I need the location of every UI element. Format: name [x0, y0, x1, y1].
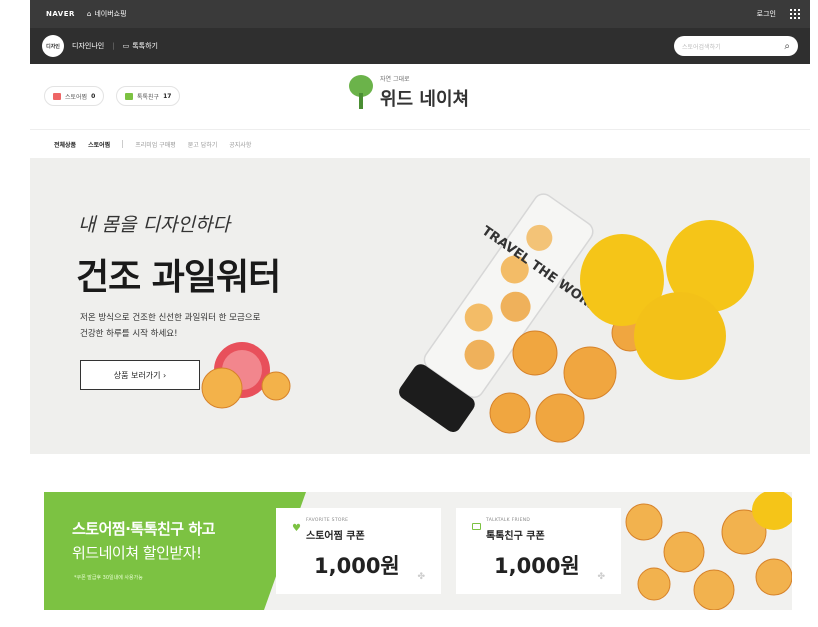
hero-description: 저온 방식으로 건조한 신선한 과일워터 한 모금으로 건강한 하루를 시작 하…	[80, 310, 310, 342]
store-icon	[53, 92, 61, 100]
nav-item-store-favorite[interactable]: 스토어찜	[88, 140, 110, 149]
nav-item-premium-reviews[interactable]: 프리미엄 구매평	[135, 140, 176, 149]
chat-icon	[472, 523, 481, 530]
coupon-name: 스토어찜 쿠폰	[306, 531, 365, 542]
store-avatar[interactable]: 디자인	[42, 35, 64, 57]
coupon-amount: 1,000원	[494, 554, 580, 578]
store-favorite-coupon[interactable]: ♥ FAVORITE STORE 스토어찜 쿠폰 1,000원 ✤	[276, 508, 441, 594]
hero-banner[interactable]: TRAVEL THE WORLD 내 몸을 디자인하다 건조 과일워터 저온 방…	[30, 158, 810, 454]
nav-divider	[122, 140, 124, 148]
clover-icon: ✤	[597, 572, 605, 582]
coupon-label: FAVORITE STORE	[306, 518, 349, 523]
nav-item-notice[interactable]: 공지사항	[229, 140, 251, 149]
nav-item-qna[interactable]: 묻고 답하기	[188, 140, 218, 149]
logo-tagline: 자연 그대로	[380, 76, 410, 83]
store-header: 스토어찜 0 톡톡친구 17 자연 그대로 위드 네이쳐	[30, 64, 810, 130]
chat-icon: ▭	[122, 42, 130, 50]
logo-name: 위드 네이쳐	[380, 89, 470, 110]
hero-title: 건조 과일워터	[76, 257, 281, 298]
heart-icon: ♥	[292, 523, 301, 534]
coupon-banner: 스토어찜·톡톡친구 하고 위드네이쳐 할인받자! *쿠폰 발급후 30일내에 사…	[44, 492, 792, 610]
view-product-button[interactable]: 상품 보러가기 ›	[80, 360, 200, 390]
talk-friend-count: 17	[163, 92, 172, 100]
coupon-note: *쿠폰 발급후 30일내에 사용가능	[74, 575, 143, 581]
talk-friend-coupon[interactable]: TALKTALK FRIEND 톡톡친구 쿠폰 1,000원 ✤	[456, 508, 621, 594]
naver-shopping-link[interactable]: ⌂ 네이버쇼핑	[87, 9, 127, 19]
coupon-label: TALKTALK FRIEND	[486, 518, 531, 523]
talk-friend-label: 톡톡친구	[137, 93, 160, 101]
naver-shopping-label: 네이버쇼핑	[94, 10, 127, 18]
nav-item-all-products[interactable]: 전체상품	[54, 140, 76, 149]
coupon-name: 톡톡친구 쿠폰	[486, 531, 545, 542]
store-logo[interactable]: 자연 그대로 위드 네이쳐	[348, 74, 469, 111]
store-name[interactable]: 디자인나인	[72, 41, 104, 51]
naver-logo[interactable]: NAVER	[46, 10, 75, 18]
talk-friend-icon	[125, 92, 133, 100]
tree-icon	[348, 74, 374, 111]
naver-top-bar: NAVER ⌂ 네이버쇼핑 로그인	[30, 0, 810, 28]
store-bar: 디자인 디자인나인 | ▭ 톡톡하기 스토어검색하기 ⌕	[30, 28, 810, 64]
talk-friend-pill[interactable]: 톡톡친구 17	[116, 86, 181, 106]
shopping-bag-icon: ⌂	[86, 10, 92, 18]
hero-illustration: TRAVEL THE WORLD	[201, 193, 754, 443]
store-favorite-pill[interactable]: 스토어찜 0	[44, 86, 105, 106]
coupon-headline-1: 스토어찜·톡톡친구 하고	[72, 520, 215, 538]
store-search-input[interactable]: 스토어검색하기 ⌕	[674, 36, 798, 56]
category-nav: 전체상품 스토어찜 프리미엄 구매평 묻고 답하기 공지사항	[30, 130, 810, 158]
clover-icon: ✤	[417, 572, 425, 582]
coupon-amount: 1,000원	[314, 554, 400, 578]
store-favorite-count: 0	[91, 92, 96, 100]
divider: |	[112, 42, 115, 50]
talk-button[interactable]: ▭ 톡톡하기	[123, 41, 158, 51]
hero-desc-line-1: 저온 방식으로 건조한 신선한 과일워터 한 모금으로	[80, 313, 261, 323]
talk-label: 톡톡하기	[132, 42, 158, 50]
login-link[interactable]: 로그인	[757, 9, 776, 19]
hero-desc-line-2: 건강한 하루를 시작 하세요!	[80, 329, 178, 339]
apps-grid-icon[interactable]	[790, 9, 800, 19]
hero-script-text: 내 몸을 디자인하다	[78, 214, 230, 236]
search-icon[interactable]: ⌕	[784, 41, 790, 52]
store-favorite-label: 스토어찜	[65, 93, 88, 101]
coupon-headline-2: 위드네이쳐 할인받자!	[72, 544, 202, 562]
search-placeholder: 스토어검색하기	[682, 43, 721, 51]
